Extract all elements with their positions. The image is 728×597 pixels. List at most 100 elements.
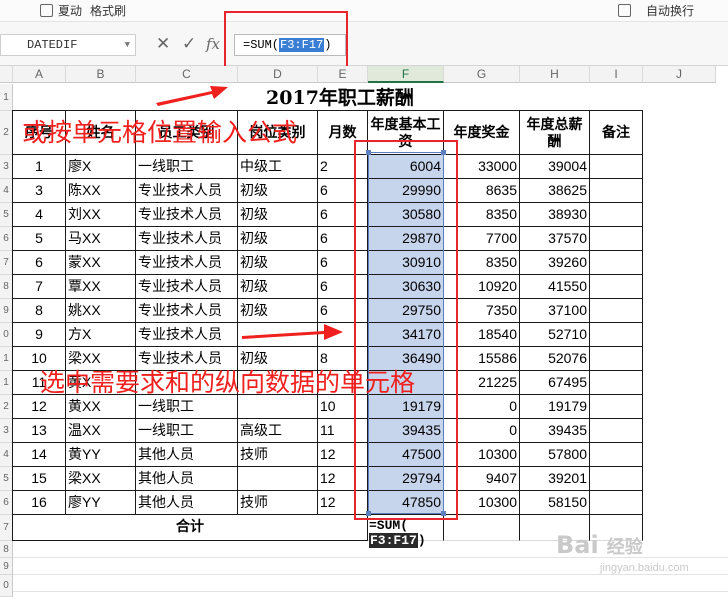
- column-title-bonus[interactable]: 年度奖金: [444, 111, 520, 155]
- column-header[interactable]: F: [368, 66, 444, 83]
- confirm-icon[interactable]: ✓: [182, 35, 196, 53]
- column-header[interactable]: B: [66, 66, 136, 83]
- table-cell-seq[interactable]: 8: [13, 299, 66, 323]
- table-cell-bonus[interactable]: 0: [444, 395, 520, 419]
- table-cell-bonus[interactable]: 7700: [444, 227, 520, 251]
- table-cell-base[interactable]: 30630: [368, 275, 444, 299]
- table-cell-total[interactable]: 38930: [520, 203, 590, 227]
- selection-handle-bottom-right[interactable]: [441, 511, 446, 516]
- column-title-note[interactable]: 备注: [590, 111, 643, 155]
- ribbon-item-0[interactable]: 夏动: [58, 2, 82, 19]
- table-cell-personnel[interactable]: 一线职工: [136, 155, 238, 179]
- table-cell-note[interactable]: [590, 347, 643, 371]
- table-cell-note[interactable]: [590, 467, 643, 491]
- table-cell-bonus[interactable]: 9407: [444, 467, 520, 491]
- table-cell-name[interactable]: 梁XX: [66, 467, 136, 491]
- column-header[interactable]: I: [590, 66, 643, 83]
- fx-icon[interactable]: fx: [206, 35, 220, 53]
- table-cell-base[interactable]: 47850: [368, 491, 444, 515]
- table-cell-note[interactable]: [590, 419, 643, 443]
- table-cell-bonus[interactable]: 8350: [444, 203, 520, 227]
- table-cell-name[interactable]: 廖X: [66, 155, 136, 179]
- table-cell-base[interactable]: 39435: [368, 419, 444, 443]
- table-cell-base[interactable]: 29990: [368, 179, 444, 203]
- table-cell-total[interactable]: 57800: [520, 443, 590, 467]
- column-title-base[interactable]: 年度基本工资: [368, 111, 444, 155]
- column-title-months[interactable]: 月数: [318, 111, 368, 155]
- select-all-corner[interactable]: [0, 66, 13, 83]
- table-cell-months[interactable]: 12: [318, 491, 368, 515]
- table-cell-months[interactable]: 10: [318, 395, 368, 419]
- total-label[interactable]: 合计: [13, 515, 368, 541]
- table-cell-note[interactable]: [590, 299, 643, 323]
- table-cell-position[interactable]: 技师: [238, 443, 318, 467]
- table-cell-personnel[interactable]: 其他人员: [136, 491, 238, 515]
- table-cell-note[interactable]: [590, 155, 643, 179]
- table-cell-personnel[interactable]: 专业技术人员: [136, 179, 238, 203]
- table-cell-total[interactable]: 52076: [520, 347, 590, 371]
- table-cell-personnel[interactable]: 一线职工: [136, 419, 238, 443]
- table-cell-total[interactable]: 19179: [520, 395, 590, 419]
- table-cell-months[interactable]: 6: [318, 179, 368, 203]
- table-cell-name[interactable]: 覃XX: [66, 275, 136, 299]
- table-cell-note[interactable]: [590, 443, 643, 467]
- table-cell-base[interactable]: 19179: [368, 395, 444, 419]
- table-cell-bonus[interactable]: 10300: [444, 443, 520, 467]
- table-cell-name[interactable]: 蒙XX: [66, 251, 136, 275]
- table-cell-name[interactable]: 廖YY: [66, 491, 136, 515]
- table-cell-name[interactable]: 姚XX: [66, 299, 136, 323]
- table-cell-note[interactable]: [590, 395, 643, 419]
- table-cell-total[interactable]: 37570: [520, 227, 590, 251]
- table-cell-name[interactable]: 方X: [66, 323, 136, 347]
- table-cell-position[interactable]: 初级: [238, 251, 318, 275]
- table-cell-bonus[interactable]: 10300: [444, 491, 520, 515]
- table-cell-months[interactable]: 2: [318, 155, 368, 179]
- table-cell-bonus[interactable]: 8635: [444, 179, 520, 203]
- table-cell-name[interactable]: 黄XX: [66, 395, 136, 419]
- row-header[interactable]: 0: [0, 575, 13, 597]
- table-cell-total[interactable]: 39004: [520, 155, 590, 179]
- table-cell-personnel[interactable]: 一线职工: [136, 395, 238, 419]
- table-cell-months[interactable]: 6: [318, 203, 368, 227]
- format-painter-icon[interactable]: [40, 4, 53, 17]
- column-header[interactable]: E: [318, 66, 368, 83]
- selection-handle-top-left[interactable]: [366, 150, 371, 155]
- table-cell-seq[interactable]: 9: [13, 323, 66, 347]
- table-cell-months[interactable]: 12: [318, 467, 368, 491]
- table-cell-name[interactable]: 陈XX: [66, 179, 136, 203]
- table-cell-position[interactable]: 高级工: [238, 419, 318, 443]
- table-cell-seq[interactable]: 5: [13, 227, 66, 251]
- table-cell-bonus[interactable]: 21225: [444, 371, 520, 395]
- table-cell-months[interactable]: 11: [318, 419, 368, 443]
- cancel-icon[interactable]: ✕: [156, 35, 170, 53]
- table-cell-base[interactable]: 47500: [368, 443, 444, 467]
- table-cell-total[interactable]: 39435: [520, 419, 590, 443]
- wrap-text-icon[interactable]: [618, 4, 631, 17]
- table-cell-bonus[interactable]: 18540: [444, 323, 520, 347]
- table-cell-position[interactable]: 初级: [238, 203, 318, 227]
- column-header[interactable]: G: [444, 66, 520, 83]
- table-cell-personnel[interactable]: 专业技术人员: [136, 323, 238, 347]
- table-cell-base[interactable]: 29870: [368, 227, 444, 251]
- table-cell-total[interactable]: 41550: [520, 275, 590, 299]
- table-cell-note[interactable]: [590, 371, 643, 395]
- table-cell-total[interactable]: 39260: [520, 251, 590, 275]
- table-cell-seq[interactable]: 13: [13, 419, 66, 443]
- ribbon-item-1[interactable]: 格式刷: [90, 2, 126, 19]
- table-cell-position[interactable]: 初级: [238, 179, 318, 203]
- table-cell-personnel[interactable]: 专业技术人员: [136, 275, 238, 299]
- table-cell-bonus[interactable]: 15586: [444, 347, 520, 371]
- table-cell-bonus[interactable]: 0: [444, 419, 520, 443]
- table-cell-position[interactable]: 技师: [238, 491, 318, 515]
- total-row-cell[interactable]: [444, 515, 520, 541]
- row-header[interactable]: 9: [0, 558, 13, 575]
- total-formula-cell[interactable]: =SUM( F3:F17): [369, 518, 426, 548]
- table-cell-personnel[interactable]: 专业技术人员: [136, 299, 238, 323]
- table-cell-base[interactable]: 34170: [368, 323, 444, 347]
- table-cell-total[interactable]: 37100: [520, 299, 590, 323]
- table-cell-personnel[interactable]: 其他人员: [136, 467, 238, 491]
- table-cell-personnel[interactable]: 其他人员: [136, 443, 238, 467]
- table-cell-position[interactable]: 初级: [238, 275, 318, 299]
- table-cell-seq[interactable]: 4: [13, 203, 66, 227]
- column-header[interactable]: A: [13, 66, 66, 83]
